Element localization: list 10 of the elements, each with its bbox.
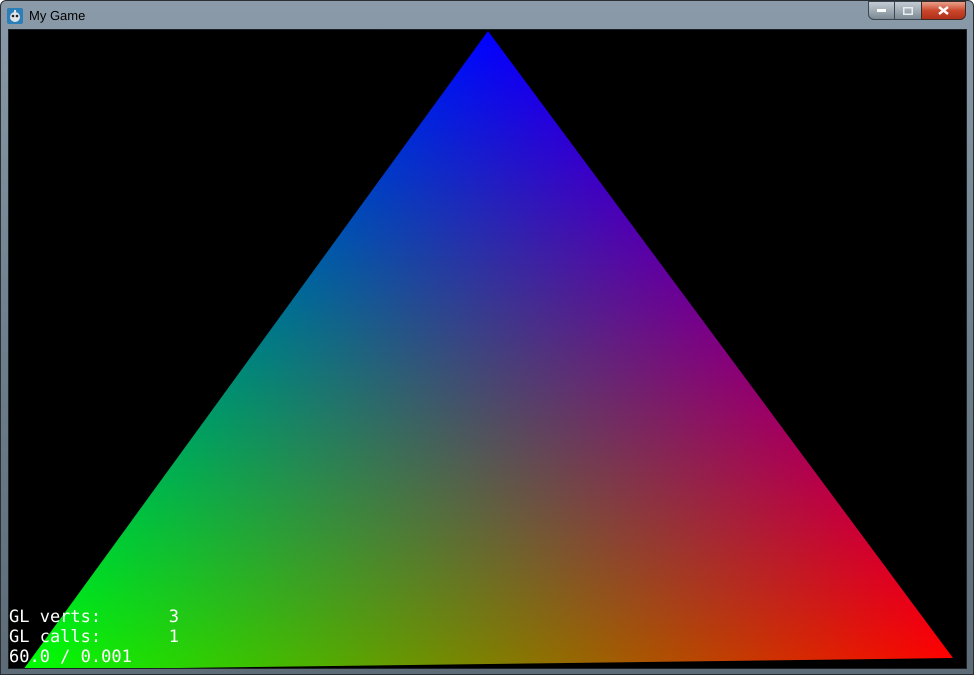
stat-value: 1: [168, 627, 179, 647]
app-icon: [7, 8, 23, 24]
maximize-button[interactable]: [895, 1, 921, 20]
close-button[interactable]: [921, 1, 966, 20]
minimize-button[interactable]: [868, 1, 895, 20]
minimize-icon: [877, 9, 886, 12]
maximize-icon: [903, 6, 913, 14]
window-title: My Game: [29, 7, 86, 25]
stat-value: 3: [168, 607, 179, 627]
close-icon: [938, 6, 949, 15]
